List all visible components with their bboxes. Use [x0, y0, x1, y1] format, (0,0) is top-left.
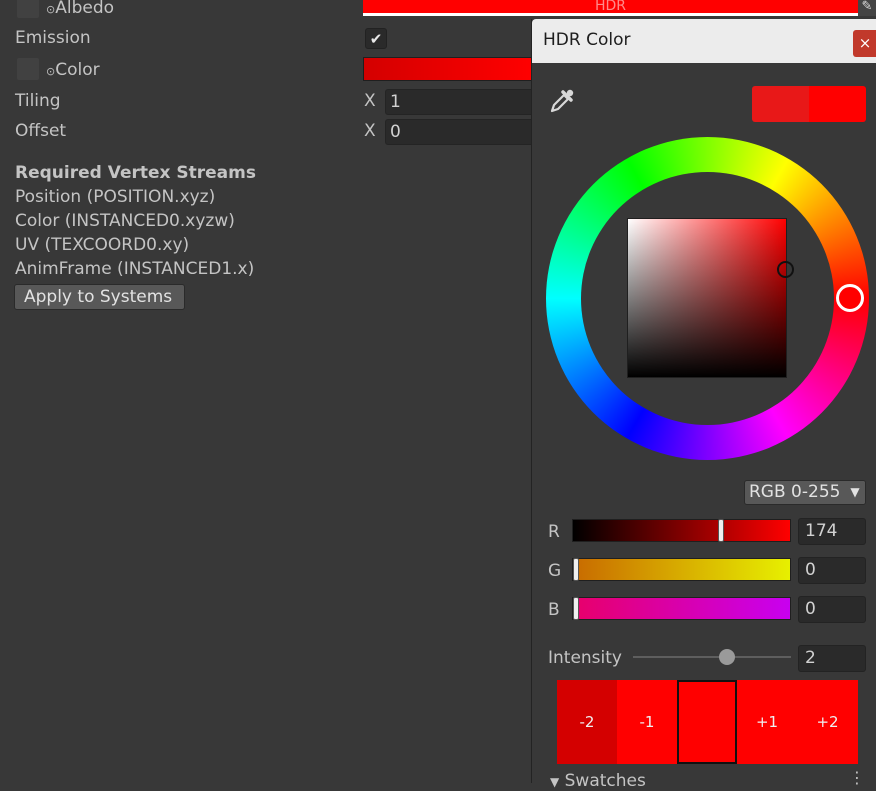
red-slider-thumb[interactable]: [718, 519, 724, 542]
intensity-value-input[interactable]: 2: [798, 645, 866, 672]
stream-item: Color (INSTANCED0.xyzw): [15, 211, 235, 231]
green-value-input[interactable]: 0: [798, 557, 866, 584]
albedo-label: ⊙Albedo: [46, 0, 115, 18]
swatch-minus-1[interactable]: -1: [617, 680, 677, 764]
color-mode-dropdown[interactable]: RGB 0-255 ▼: [744, 480, 866, 505]
red-value-input[interactable]: 174: [798, 518, 866, 545]
eyedropper-icon[interactable]: ✎: [858, 0, 876, 16]
swatch-current[interactable]: [677, 680, 737, 764]
close-button[interactable]: ×: [853, 30, 876, 57]
blue-slider[interactable]: [572, 597, 791, 620]
apply-to-systems-button[interactable]: Apply to Systems: [14, 284, 185, 310]
vertex-streams-title: Required Vertex Streams: [15, 163, 256, 183]
more-options-icon[interactable]: ⋮: [849, 768, 865, 787]
sv-handle[interactable]: [777, 261, 794, 278]
green-slider[interactable]: [572, 558, 791, 581]
emission-color-field[interactable]: [363, 57, 533, 81]
picker-circle-icon[interactable]: ⊙: [46, 3, 55, 16]
current-color-swatch: [809, 86, 866, 122]
hdr-tag: HDR: [594, 0, 627, 14]
offset-label: Offset: [15, 121, 67, 141]
tiling-label: Tiling: [15, 91, 61, 111]
swatch-plus-2[interactable]: +2: [797, 680, 858, 764]
offset-x-axis-label: X: [364, 121, 376, 141]
stream-item: Position (POSITION.xyz): [15, 187, 216, 207]
chevron-down-icon: ▼: [845, 481, 865, 504]
picker-circle-icon[interactable]: ⊙: [46, 65, 55, 78]
hue-handle[interactable]: [836, 284, 864, 312]
albedo-color-field[interactable]: HDR: [363, 0, 858, 16]
swatches-label: Swatches: [564, 771, 646, 791]
emission-checkbox[interactable]: ✔: [365, 28, 387, 49]
foldout-arrow-icon: ▼: [550, 775, 560, 789]
color-texture-slot[interactable]: [17, 58, 39, 80]
color-preview: [752, 86, 866, 122]
blue-slider-thumb[interactable]: [573, 597, 579, 620]
channel-label-r: R: [548, 522, 560, 542]
saturation-value-square[interactable]: [627, 218, 787, 378]
blue-value-input[interactable]: 0: [798, 596, 866, 623]
popup-title: HDR Color: [543, 30, 631, 50]
swatch-plus-1[interactable]: +1: [737, 680, 797, 764]
stream-item: AnimFrame (INSTANCED1.x): [15, 259, 255, 279]
color-label: ⊙Color: [46, 60, 100, 80]
green-slider-thumb[interactable]: [573, 558, 579, 581]
channel-label-b: B: [548, 600, 560, 620]
swatches-foldout[interactable]: ▼ Swatches: [550, 771, 646, 791]
tiling-x-input[interactable]: 1: [385, 89, 535, 115]
intensity-slider-track[interactable]: [633, 656, 791, 658]
stream-item: UV (TEXCOORD0.xy): [15, 235, 190, 255]
exposure-swatches: -2 -1 +1 +2: [557, 680, 858, 764]
channel-label-g: G: [548, 561, 562, 581]
eyedropper-icon[interactable]: [548, 87, 576, 115]
color-mode-value: RGB 0-255: [749, 482, 841, 502]
hdr-color-popup: HDR Color × RGB 0-255 ▼ R 174 G 0 B 0 In…: [531, 19, 876, 791]
intensity-label: Intensity: [548, 648, 622, 668]
albedo-texture-slot[interactable]: [17, 0, 39, 18]
red-slider[interactable]: [572, 519, 791, 542]
swatch-minus-2[interactable]: -2: [557, 680, 617, 764]
popup-header: HDR Color ×: [532, 19, 876, 63]
offset-x-input[interactable]: 0: [385, 119, 535, 145]
emission-label: Emission: [15, 28, 91, 48]
previous-color-swatch: [752, 86, 809, 122]
tiling-x-axis-label: X: [364, 91, 376, 111]
intensity-slider-thumb[interactable]: [719, 649, 735, 665]
